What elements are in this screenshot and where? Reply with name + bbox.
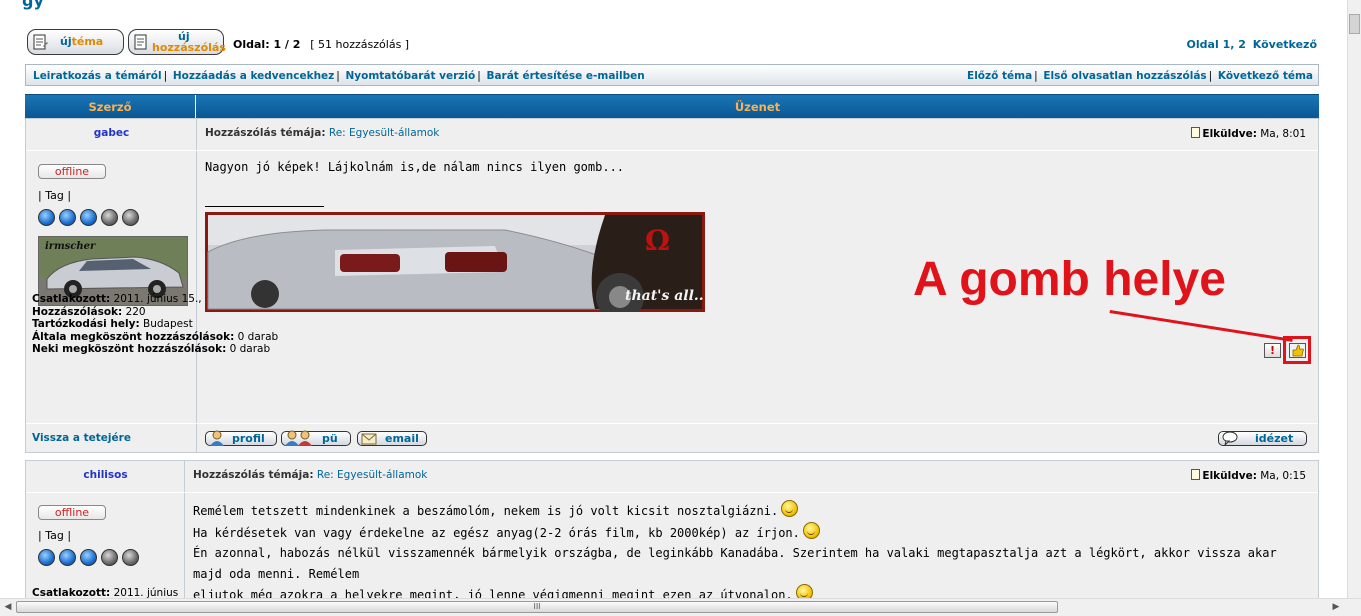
post-header: Hozzászólás témája: Re: Egyesült-államok… <box>197 119 1318 150</box>
quote-button[interactable]: idézet <box>1218 431 1307 446</box>
user-icon <box>210 430 224 446</box>
svg-text:that's all..: that's all.. <box>625 288 704 304</box>
rank-dot-icon <box>80 209 97 226</box>
rank-label: | Tag | <box>38 189 72 202</box>
topic-nav-strip: Leiratkozás a témáról | Hozzáadás a kedve… <box>25 64 1319 86</box>
first-unread-link[interactable]: Első olvasatlan hozzászólás <box>1043 70 1206 82</box>
post-subject-link[interactable]: Re: Egyesült-államok <box>329 127 440 139</box>
profile-button[interactable]: profil <box>205 430 277 446</box>
rank-dot-icon <box>122 549 139 566</box>
scroll-left-icon[interactable]: ◀ <box>2 602 14 613</box>
rank-dot-icon <box>59 209 76 226</box>
status-badge: offline <box>38 505 106 520</box>
rank-dot-icon <box>38 549 55 566</box>
new-reply-label-2: hozzászólás <box>152 41 226 54</box>
post-body: Remélem tetszett mindenkinek a beszámoló… <box>185 492 1318 602</box>
rank-dot-icon <box>38 209 55 226</box>
signature-car-image: Ω that's all.. <box>207 215 704 312</box>
author-column-header: Szerző <box>88 100 132 114</box>
svg-text:Ω: Ω <box>645 224 670 257</box>
rank-dots <box>38 209 143 227</box>
post: chilisos Hozzászólás témája: Re: Egyesül… <box>25 460 1319 602</box>
top-action-bar: újtéma új hozzászólás Oldal: 1 / 2 [ 51 … <box>27 29 1317 57</box>
next-topic-link[interactable]: Következő téma <box>1218 70 1313 82</box>
topic-navigation: Előző téma | Első olvasatlan hozzászólás |… <box>967 70 1313 82</box>
post-footer: profil pü email idézet <box>197 424 1318 452</box>
signature-banner: Ω that's all.. <box>205 212 705 312</box>
post-message: Nagyon jó képek! Lájkolnám is,de nálam n… <box>205 160 625 174</box>
post-subject: Hozzászólás témája: Re: Egyesült-államok <box>193 469 428 481</box>
page-2-link[interactable]: 2 <box>1238 38 1246 51</box>
rank-label: | Tag | <box>38 529 72 542</box>
scroll-right-icon[interactable]: ▶ <box>1330 602 1342 613</box>
rank-dot-icon <box>122 209 139 226</box>
smiley-icon <box>802 521 820 539</box>
vertical-scroll-thumb[interactable] <box>1349 14 1360 34</box>
new-topic-label: újtéma <box>60 35 104 48</box>
message-column-header: Üzenet <box>195 95 1319 119</box>
vertical-scrollbar[interactable] <box>1347 0 1361 598</box>
envelope-icon <box>361 433 377 445</box>
private-message-button[interactable]: pü <box>281 430 351 446</box>
smiley-icon <box>781 500 799 517</box>
users-icon <box>285 430 312 446</box>
post-sent-time: Elküldve: Ma, 8:01 <box>1191 127 1306 140</box>
post-subject-link[interactable]: Re: Egyesült-államok <box>317 469 428 481</box>
annotation-text: A gomb helye <box>913 253 1226 306</box>
new-reply-button[interactable]: új hozzászólás <box>128 29 226 55</box>
speech-bubble-icon <box>1222 431 1238 446</box>
previous-topic-link[interactable]: Előző téma <box>967 70 1032 82</box>
add-favorite-link[interactable]: Hozzáadás a kedvencekhez <box>173 70 334 82</box>
page-heading-cut: gy <box>22 0 44 10</box>
post-icon <box>1191 127 1201 138</box>
posts-table-header: Szerző Üzenet <box>25 94 1319 119</box>
rank-dot-icon <box>101 209 118 226</box>
post-header: Hozzászólás témája: Re: Egyesült-államok… <box>185 461 1318 492</box>
rank-dots <box>38 549 143 567</box>
post-subject: Hozzászólás témája: Re: Egyesült-államok <box>205 127 440 139</box>
email-friend-link[interactable]: Barát értesítése e-mailben <box>486 70 644 82</box>
rank-dot-icon <box>101 549 118 566</box>
post-count: [ 51 hozzászólás ] <box>310 38 410 51</box>
horizontal-scroll-thumb[interactable]: III <box>16 601 1058 613</box>
print-version-link[interactable]: Nyomtatóbarát verzió <box>346 70 476 82</box>
topic-options: Leiratkozás a témáról | Hozzáadás a kedve… <box>33 70 645 82</box>
back-to-top-link[interactable]: Vissza a tetejére <box>32 432 131 444</box>
author-name[interactable]: chilisos <box>26 469 185 481</box>
pagination: Oldal 1, 2 Következő <box>1186 38 1317 51</box>
post-sent-time: Elküldve: Ma, 0:15 <box>1191 469 1306 482</box>
report-button[interactable]: ! <box>1264 343 1281 358</box>
annotation-highlight-box <box>1283 336 1311 364</box>
post-message: Remélem tetszett mindenkinek a beszámoló… <box>193 500 1308 606</box>
unsubscribe-link[interactable]: Leiratkozás a témáról <box>33 70 162 82</box>
new-topic-button[interactable]: újtéma <box>27 29 124 55</box>
author-name[interactable]: gabec <box>26 127 197 139</box>
next-page-link[interactable]: Következő <box>1253 38 1317 51</box>
rank-dot-icon <box>80 549 97 566</box>
document-icon <box>134 34 147 50</box>
email-button[interactable]: email <box>357 431 427 446</box>
post-icon <box>1191 469 1201 480</box>
status-badge: offline <box>38 164 106 179</box>
page-info: Oldal: 1 / 2 [ 51 hozzászólás ] <box>233 38 410 51</box>
svg-text:irmscher: irmscher <box>45 241 96 252</box>
rank-dot-icon <box>59 549 76 566</box>
horizontal-scrollbar[interactable]: ◀ III ▶ <box>0 598 1361 616</box>
document-icon <box>33 34 48 50</box>
signature-divider <box>205 206 324 207</box>
